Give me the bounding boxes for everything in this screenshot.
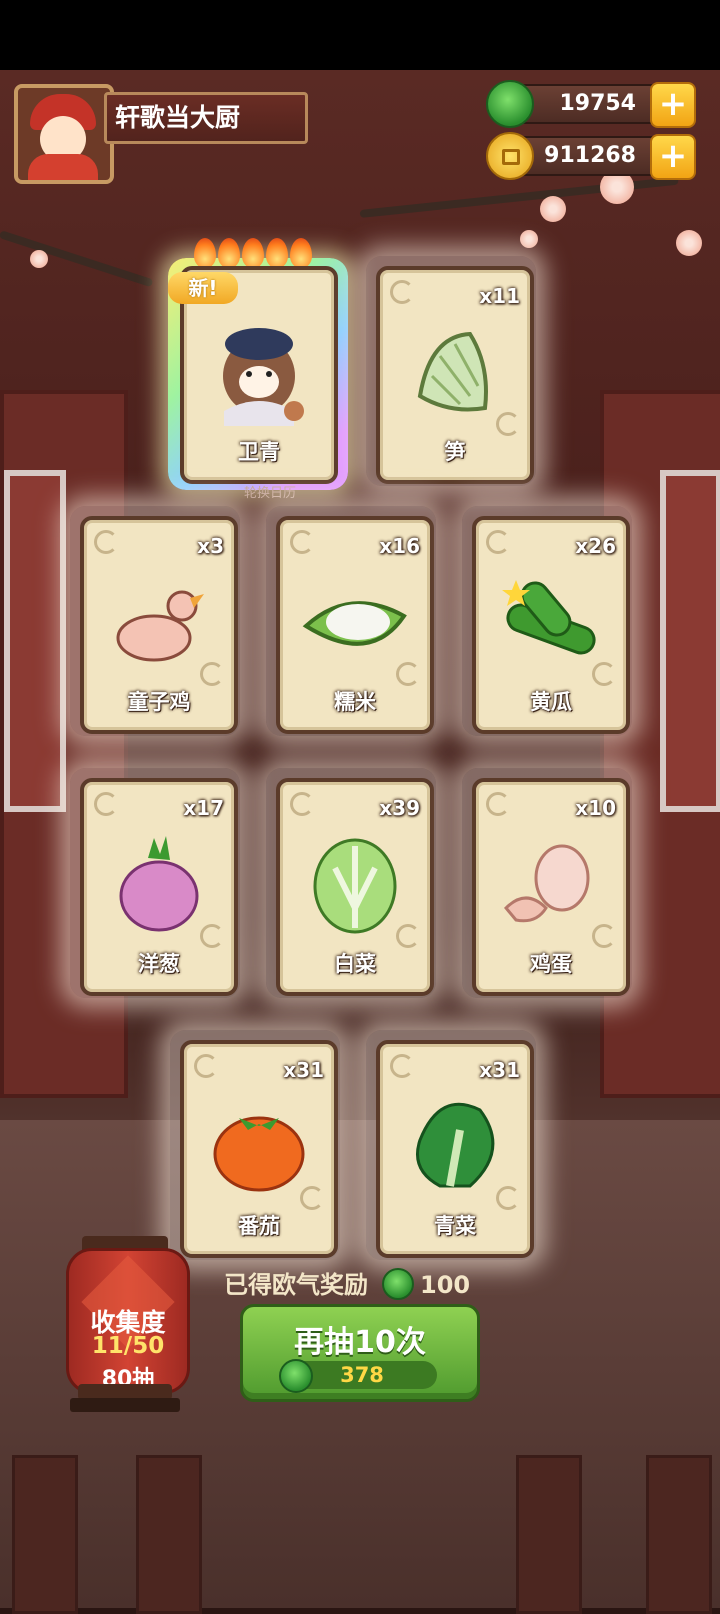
card-greens[interactable]: x31 青菜	[376, 1040, 534, 1258]
collection-progress-lantern[interactable]: 收集度 11/50 80抽	[66, 1248, 190, 1394]
reward-amount: 100	[420, 1271, 471, 1299]
jade-counter: 19754 +	[486, 80, 696, 128]
calendar-hint: 轮换日历	[243, 486, 296, 501]
fence-post	[136, 1455, 202, 1614]
right-window	[660, 470, 720, 812]
coin-amount: 911268	[544, 143, 636, 168]
character-portrait-icon	[223, 328, 304, 426]
card-quantity: x11	[479, 284, 520, 308]
bamboo-shoot-icon	[417, 331, 488, 412]
card-bamboo-shoot[interactable]: x11 笋	[376, 266, 534, 484]
card-name: 洋葱	[138, 952, 180, 976]
jade-icon	[486, 80, 534, 128]
status-bar	[0, 0, 720, 70]
rice-leaf-icon	[302, 601, 407, 646]
star-flame-icon	[242, 238, 264, 268]
card-onion[interactable]: x17 洋葱	[80, 778, 238, 996]
card-quantity: x39	[379, 796, 420, 820]
jade-icon	[382, 1268, 414, 1300]
bok-choy-icon	[416, 1102, 495, 1188]
fence-post	[646, 1455, 712, 1614]
draw-button-label: 再抽10次	[294, 1325, 426, 1360]
onion-icon	[119, 836, 199, 932]
cabbage-icon	[313, 838, 397, 934]
star-flame-icon	[194, 238, 216, 268]
egg-icon	[503, 844, 590, 923]
card-tomato[interactable]: x31 番茄	[180, 1040, 338, 1258]
add-jade-button[interactable]: +	[650, 82, 696, 128]
player-avatar[interactable]	[14, 84, 114, 184]
card-name: 黄瓜	[530, 690, 572, 714]
card-quantity: x31	[283, 1058, 324, 1082]
reward-label: 已得欧气奖励	[224, 1271, 368, 1299]
coin-counter: 911268 +	[486, 132, 696, 180]
blossom-decoration	[676, 230, 702, 256]
draw-cost-amount: 378	[340, 1363, 384, 1387]
card-quantity: x10	[575, 796, 616, 820]
card-name: 笋	[444, 440, 466, 464]
player-name: 轩歌当大厨	[104, 92, 308, 144]
lantern-stand	[70, 1398, 180, 1412]
card-cucumber[interactable]: x26 黄瓜	[472, 516, 630, 734]
card-name: 番茄	[238, 1214, 280, 1238]
draw-cost: 378	[279, 1359, 437, 1393]
blossom-decoration	[520, 230, 538, 248]
left-window	[4, 470, 66, 812]
card-quantity: x31	[479, 1058, 520, 1082]
star-flame-icon	[266, 238, 288, 268]
chicken-icon	[116, 590, 204, 662]
card-quantity: x3	[197, 534, 224, 558]
blossom-decoration	[540, 196, 566, 222]
star-flame-icon	[290, 238, 312, 268]
jade-amount: 19754	[559, 91, 636, 116]
star-flame-icon	[218, 238, 240, 268]
card-name: 白菜	[334, 952, 376, 976]
card-cabbage[interactable]: x39 白菜	[276, 778, 434, 996]
card-glutinous-rice[interactable]: x16 糯米	[276, 516, 434, 734]
fence-post	[12, 1455, 78, 1614]
card-quantity: x26	[575, 534, 616, 558]
card-quantity: x16	[379, 534, 420, 558]
tomato-icon	[213, 1116, 305, 1192]
card-name: 青菜	[434, 1214, 476, 1238]
cucumber-icon	[502, 580, 596, 655]
card-young-chicken[interactable]: x3 童子鸡	[80, 516, 238, 734]
card-name: 卫青	[238, 440, 280, 464]
card-quantity: x17	[183, 796, 224, 820]
card-egg[interactable]: x10 鸡蛋	[472, 778, 630, 996]
new-badge: 新!	[168, 272, 238, 304]
draw-ten-again-button[interactable]: 再抽10次 378	[240, 1304, 480, 1402]
card-name: 鸡蛋	[530, 952, 572, 976]
add-coin-button[interactable]: +	[650, 134, 696, 180]
collection-progress: 11/50	[91, 1333, 165, 1359]
card-name: 童子鸡	[127, 690, 191, 714]
coin-icon	[486, 132, 534, 180]
fence-post	[516, 1455, 582, 1614]
luck-reward-row: 已得欧气奖励 100	[224, 1268, 470, 1302]
card-name: 糯米	[334, 690, 376, 714]
blossom-decoration	[30, 250, 48, 268]
